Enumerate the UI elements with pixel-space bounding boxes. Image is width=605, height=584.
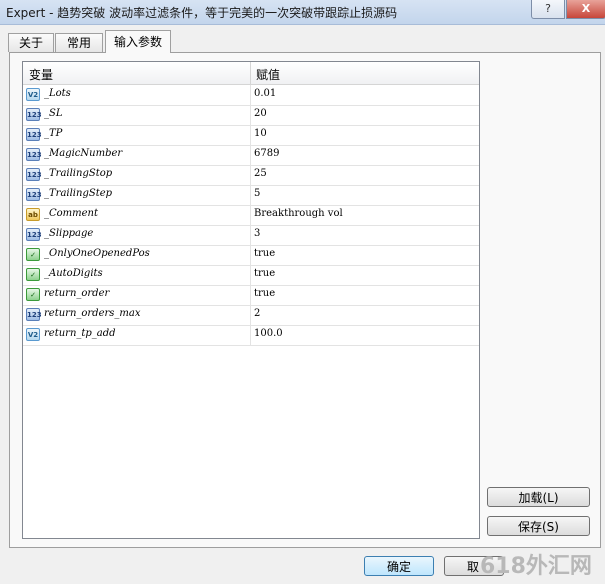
column-divider [250, 105, 251, 125]
variable-name: _Lots [44, 88, 71, 99]
column-divider [250, 205, 251, 225]
table-row[interactable]: 123 _Slippage 3 [23, 225, 479, 246]
tab-about[interactable]: 关于 [8, 33, 54, 52]
integer-type-icon: 123 [26, 128, 42, 141]
column-divider [250, 325, 251, 345]
title-bar: Expert - 趋势突破 波动率过滤条件，等于完美的一次突破带跟踪止损源码 ?… [0, 0, 605, 25]
column-divider [250, 125, 251, 145]
table-row[interactable]: V2 return_tp_add 100.0 [23, 325, 479, 346]
column-divider [250, 165, 251, 185]
variable-value[interactable]: true [254, 268, 275, 279]
variable-name: _TrailingStep [44, 188, 113, 199]
window-title: Expert - 趋势突破 波动率过滤条件，等于完美的一次突破带跟踪止损源码 [6, 6, 398, 20]
ok-button[interactable]: 确定 [364, 556, 434, 576]
column-divider [250, 185, 251, 205]
integer-type-icon: 123 [26, 168, 42, 181]
variable-name: _Comment [44, 208, 99, 219]
column-header-variable[interactable]: 变量 [29, 66, 53, 83]
variable-name: _AutoDigits [44, 268, 103, 279]
double-type-icon: V2 [26, 88, 40, 101]
variable-value[interactable]: 10 [254, 128, 267, 139]
table-row[interactable]: 123 return_orders_max 2 [23, 305, 479, 326]
column-divider [250, 145, 251, 165]
column-header-value[interactable]: 赋值 [256, 66, 280, 83]
variable-value[interactable]: true [254, 248, 275, 259]
variable-value[interactable]: 5 [254, 188, 260, 199]
help-button[interactable]: ? [531, 0, 565, 19]
variable-name: _TrailingStop [44, 168, 113, 179]
column-divider [250, 265, 251, 285]
column-divider [250, 305, 251, 325]
variable-value[interactable]: Breakthrough vol [254, 208, 343, 219]
parameters-grid[interactable]: 变量 赋值 V2 _Lots 0.01 123 _SL 20 123 _TP 10 123 _Mag… [22, 61, 480, 539]
bool-type-icon: ✓ [26, 288, 40, 301]
column-divider [250, 245, 251, 265]
variable-name: return_tp_add [44, 328, 116, 339]
table-row[interactable]: 123 _MagicNumber 6789 [23, 145, 479, 166]
table-row[interactable]: 123 _TrailingStep 5 [23, 185, 479, 206]
bool-type-icon: ✓ [26, 268, 40, 281]
watermark-logo: 618外汇网 [480, 554, 592, 579]
integer-type-icon: 123 [26, 228, 42, 241]
variable-name: _TP [44, 128, 63, 139]
variable-value[interactable]: 0.01 [254, 88, 276, 99]
variable-value[interactable]: 100.0 [254, 328, 283, 339]
column-divider [250, 85, 251, 105]
table-row[interactable]: 123 _TP 10 [23, 125, 479, 146]
table-row[interactable]: ab _Comment Breakthrough vol [23, 205, 479, 226]
variable-value[interactable]: 20 [254, 108, 267, 119]
load-button[interactable]: 加载(L) [487, 487, 590, 507]
table-row[interactable]: 123 _SL 20 [23, 105, 479, 126]
variable-value[interactable]: 2 [254, 308, 260, 319]
variable-name: _Slippage [44, 228, 94, 239]
header-divider [250, 62, 251, 84]
integer-type-icon: 123 [26, 308, 42, 321]
grid-header: 变量 赋值 [23, 62, 479, 85]
variable-value[interactable]: 6789 [254, 148, 279, 159]
save-button[interactable]: 保存(S) [487, 516, 590, 536]
variable-name: _OnlyOneOpenedPos [44, 248, 150, 259]
tab-inputs[interactable]: 输入参数 [105, 30, 171, 53]
table-row[interactable]: 123 _TrailingStop 25 [23, 165, 479, 186]
double-type-icon: V2 [26, 328, 40, 341]
variable-value[interactable]: 25 [254, 168, 267, 179]
variable-name: return_orders_max [44, 308, 141, 319]
integer-type-icon: 123 [26, 148, 42, 161]
string-type-icon: ab [26, 208, 40, 221]
variable-value[interactable]: true [254, 288, 275, 299]
variable-value[interactable]: 3 [254, 228, 260, 239]
close-button[interactable]: X [566, 0, 605, 19]
integer-type-icon: 123 [26, 108, 42, 121]
tab-common[interactable]: 常用 [55, 33, 103, 52]
bool-type-icon: ✓ [26, 248, 40, 261]
variable-name: return_order [44, 288, 110, 299]
column-divider [250, 285, 251, 305]
integer-type-icon: 123 [26, 188, 42, 201]
table-row[interactable]: V2 _Lots 0.01 [23, 85, 479, 106]
variable-name: _MagicNumber [44, 148, 123, 159]
column-divider [250, 225, 251, 245]
table-row[interactable]: ✓ return_order true [23, 285, 479, 306]
table-row[interactable]: ✓ _OnlyOneOpenedPos true [23, 245, 479, 266]
table-row[interactable]: ✓ _AutoDigits true [23, 265, 479, 286]
variable-name: _SL [44, 108, 63, 119]
